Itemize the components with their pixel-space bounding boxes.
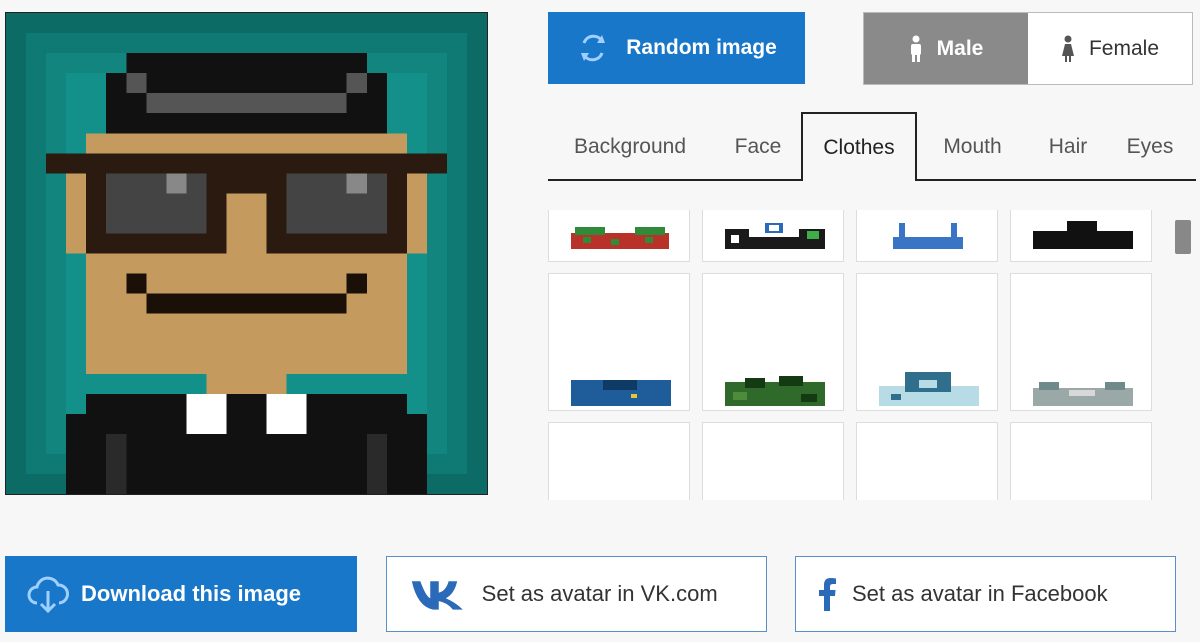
pixel-avatar-image — [6, 13, 487, 494]
tab-face-label: Face — [734, 134, 782, 158]
green-camouflage-shirt-icon — [725, 376, 825, 406]
clothes-item[interactable] — [548, 273, 690, 411]
tab-mouth-label: Mouth — [943, 134, 1002, 158]
clothes-item[interactable] — [856, 210, 998, 262]
black-top-icon — [1033, 221, 1133, 249]
tab-background[interactable]: Background — [548, 112, 712, 181]
download-label: Download this image — [81, 581, 302, 606]
clothes-item[interactable] — [548, 422, 690, 500]
gender-male-label: Male — [936, 36, 984, 60]
tab-eyes[interactable]: Eyes — [1114, 112, 1186, 181]
gender-female-label: Female — [1088, 36, 1160, 60]
blue-collared-jacket-icon — [571, 380, 671, 406]
tab-mouth[interactable]: Mouth — [925, 112, 1020, 181]
white-blue-green-collared-shirt-icon — [725, 223, 825, 249]
clothes-item[interactable] — [702, 210, 844, 262]
random-image-button[interactable]: Random image — [548, 12, 805, 84]
clothes-item[interactable] — [548, 210, 690, 262]
clothes-item[interactable] — [856, 422, 998, 500]
clothes-item[interactable] — [1010, 273, 1152, 411]
red-green-checked-shirt-icon — [571, 227, 669, 249]
facebook-label: Set as avatar in Facebook — [852, 581, 1108, 606]
scrollbar-thumb[interactable] — [1175, 220, 1191, 254]
vk-avatar-button[interactable]: Set as avatar in VK.com — [386, 556, 767, 632]
random-image-label: Random image — [626, 36, 777, 59]
vk-logo-icon — [411, 581, 463, 610]
avatar-preview — [5, 12, 488, 495]
download-button[interactable]: Download this image — [5, 556, 357, 632]
clothes-item[interactable] — [1010, 210, 1152, 262]
avatar-editor: Random image Male Female Background Face… — [0, 0, 1200, 642]
facebook-logo-icon — [819, 578, 836, 611]
facebook-avatar-button[interactable]: Set as avatar in Facebook — [795, 556, 1176, 632]
gender-option-female[interactable]: Female — [1028, 13, 1192, 84]
female-figure-icon — [1061, 35, 1074, 62]
vk-label: Set as avatar in VK.com — [481, 581, 718, 606]
clothes-item[interactable] — [702, 422, 844, 500]
clothes-item[interactable] — [856, 273, 998, 411]
clothes-item[interactable] — [702, 273, 844, 411]
grey-teal-shirt-icon — [1033, 382, 1133, 406]
male-figure-icon — [910, 35, 921, 62]
tab-hair-label: Hair — [1048, 134, 1088, 158]
gender-option-male[interactable]: Male — [864, 13, 1028, 84]
clothes-grid — [548, 210, 1168, 500]
clothes-item[interactable] — [1010, 422, 1152, 500]
tab-clothes[interactable]: Clothes — [801, 112, 917, 181]
cloud-download-icon — [27, 576, 69, 614]
gender-toggle: Male Female — [863, 12, 1193, 85]
tab-face[interactable]: Face — [720, 112, 796, 181]
tab-eyes-label: Eyes — [1126, 134, 1174, 158]
tab-clothes-label: Clothes — [823, 135, 895, 159]
tab-hair[interactable]: Hair — [1032, 112, 1104, 181]
clothes-scrollbar[interactable] — [1172, 210, 1194, 500]
tab-background-label: Background — [573, 134, 687, 158]
refresh-icon — [581, 34, 606, 62]
blue-overalls-icon — [893, 223, 963, 249]
light-blue-patterned-shirt-icon — [879, 372, 979, 406]
category-tabs: Background Face Clothes Mouth Hair Eyes — [548, 112, 1196, 182]
